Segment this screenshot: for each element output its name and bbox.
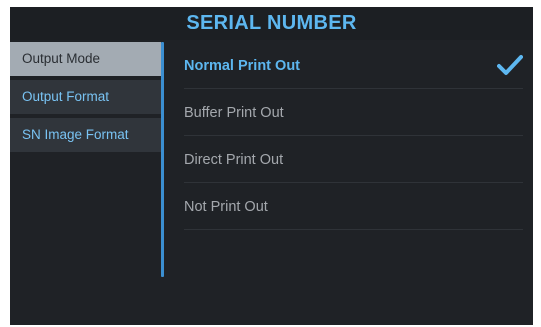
row-divider	[184, 229, 523, 230]
sidebar: Output Mode Output Format SN Image Forma…	[10, 42, 161, 152]
option-not-print-out[interactable]: Not Print Out	[164, 183, 533, 230]
option-label: Normal Print Out	[184, 58, 301, 74]
option-label: Buffer Print Out	[184, 105, 284, 121]
page-title: SERIAL NUMBER	[186, 12, 357, 34]
sidebar-item-output-format[interactable]: Output Format	[10, 80, 161, 114]
option-direct-print-out[interactable]: Direct Print Out	[164, 136, 533, 183]
option-label: Not Print Out	[184, 199, 268, 215]
option-label: Direct Print Out	[184, 152, 284, 168]
option-buffer-print-out[interactable]: Buffer Print Out	[164, 89, 533, 136]
header-bar: SERIAL NUMBER	[10, 7, 533, 40]
sidebar-item-sn-image-format[interactable]: SN Image Format	[10, 118, 161, 152]
serial-number-screen: SERIAL NUMBER Output Mode Output Format …	[10, 7, 533, 325]
checkmark-icon	[497, 55, 523, 75]
sidebar-item-output-mode[interactable]: Output Mode	[10, 42, 161, 76]
option-normal-print-out[interactable]: Normal Print Out	[164, 42, 533, 89]
